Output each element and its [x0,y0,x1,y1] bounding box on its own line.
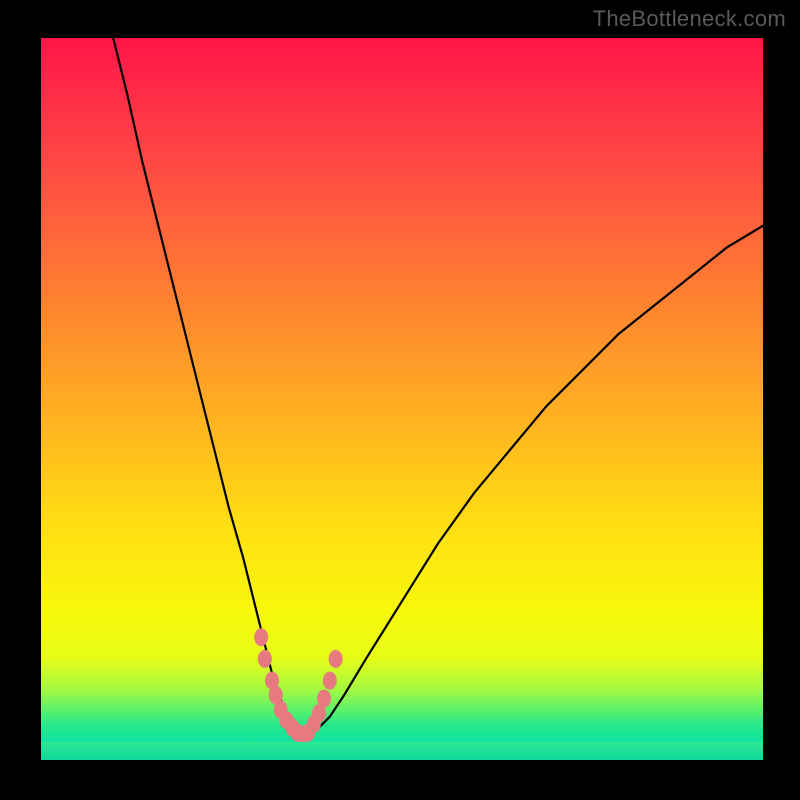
marker-dots-group [254,628,342,743]
chart-frame: TheBottleneck.com [0,0,800,800]
green-baseline [41,742,763,760]
curve-layer [41,38,763,760]
marker-dot [329,650,343,668]
watermark-text: TheBottleneck.com [593,6,786,32]
marker-dot [323,672,337,690]
marker-dot [258,650,272,668]
plot-area [41,38,763,760]
marker-dot [317,690,331,708]
bottleneck-curve-path [113,38,763,738]
marker-dot [254,628,268,646]
